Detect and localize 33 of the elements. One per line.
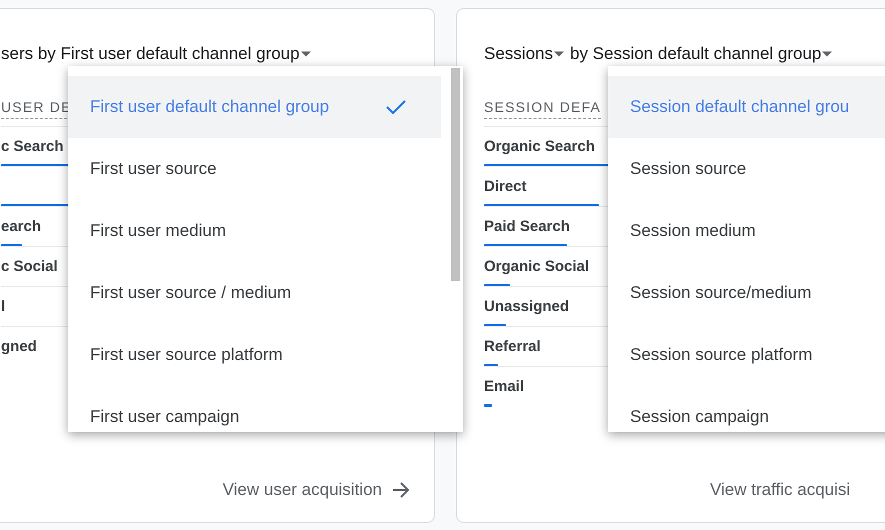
menu-item[interactable]: First user source platform — [68, 324, 441, 386]
channel-label: Referral — [484, 338, 541, 356]
metric-dropdown[interactable]: Sessions — [484, 44, 564, 64]
menu-item[interactable]: First user campaign — [68, 386, 441, 432]
dimension-dropdown[interactable]: sers by First user default channel group — [1, 44, 311, 64]
menu-item[interactable]: First user source / medium — [68, 262, 441, 324]
menu-item[interactable]: Session source platform — [608, 324, 885, 386]
channel-label: Email — [484, 378, 524, 396]
channel-label: gned — [1, 338, 37, 356]
channel-label: c Search — [1, 138, 64, 156]
channel-label: earch — [1, 218, 42, 236]
channel-label: Paid Search — [484, 218, 570, 236]
caret-icon — [554, 51, 564, 57]
channel-label: Unassigned — [484, 298, 570, 316]
check-icon — [385, 99, 407, 115]
view-link[interactable]: View user acquisition — [222, 480, 410, 500]
menu-item[interactable]: Session source/medium — [608, 262, 885, 324]
channel-label: Organic Social — [484, 258, 590, 276]
menu-item[interactable]: Session medium — [608, 200, 885, 262]
channel-label: l — [1, 298, 6, 316]
menu-item[interactable]: First user medium — [68, 200, 441, 262]
dimension-dropdown[interactable]: by Session default channel group — [570, 44, 832, 64]
view-link[interactable]: View traffic acquisi — [710, 480, 850, 500]
scrollbar-thumb[interactable] — [451, 68, 460, 281]
caret-icon — [300, 51, 311, 57]
caret-icon — [822, 51, 832, 57]
menu-item[interactable]: First user source — [68, 138, 441, 200]
menu-item[interactable]: Session source — [608, 138, 885, 200]
channel-label: c Social — [1, 258, 58, 276]
channel-label: Organic Search — [484, 138, 595, 156]
column-header[interactable]: SESSION DEFA — [484, 99, 602, 119]
menu-item[interactable]: Session campaign — [608, 386, 885, 432]
channel-label: Direct — [484, 178, 527, 196]
